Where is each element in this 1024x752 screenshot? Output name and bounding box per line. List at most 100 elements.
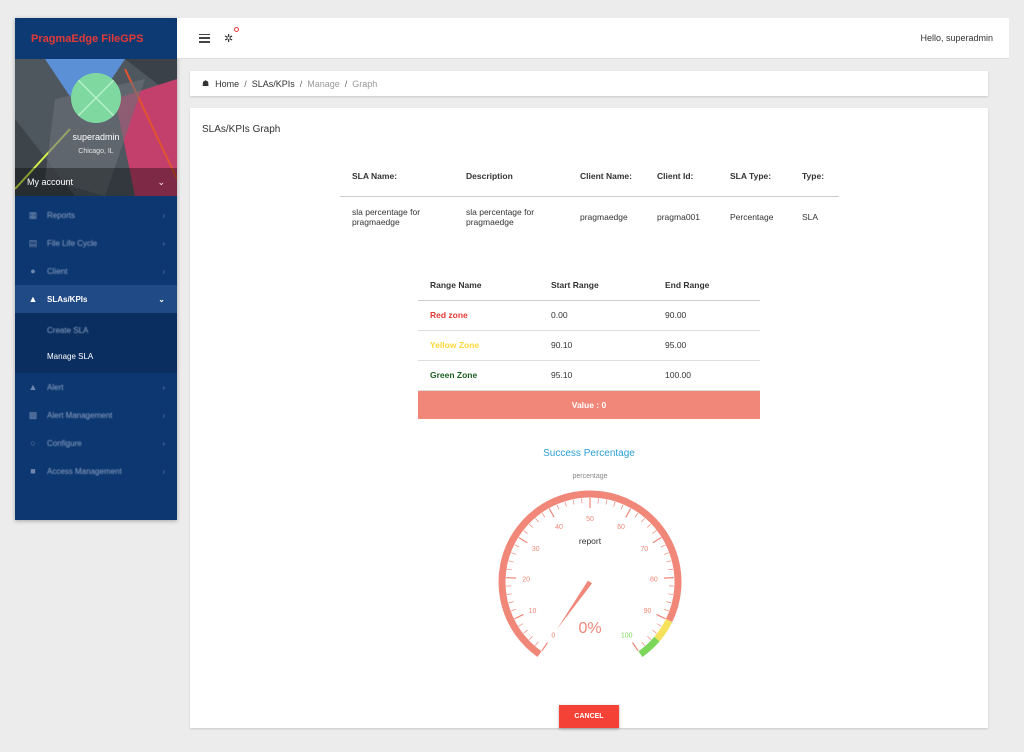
sidebar-item-label: Configure — [47, 438, 82, 448]
range-start: 95.10 — [539, 360, 653, 391]
gauge-tick — [646, 523, 652, 528]
table-row: Yellow Zone 90.10 95.00 — [418, 330, 760, 361]
chevron-right-icon: › — [162, 238, 165, 248]
sidebar-item-label: SLAs/KPIs — [47, 294, 88, 304]
submenu-item-manage-sla[interactable]: Manage SLA — [15, 343, 177, 369]
gauge-tick — [663, 577, 674, 579]
user-greeting[interactable]: Hello, superadmin — [920, 33, 993, 43]
avatar[interactable] — [71, 73, 121, 123]
my-account-toggle[interactable]: My account ⌄ — [15, 168, 177, 196]
gauge-tick — [528, 636, 533, 640]
range-end: 100.00 — [653, 360, 760, 391]
puzzle-icon[interactable]: ✲ — [224, 26, 240, 45]
gauge-tick — [511, 552, 517, 555]
cancel-button[interactable]: CANCEL — [559, 705, 619, 728]
users-icon: ■ — [30, 466, 36, 476]
value-label: Value : 0 — [418, 390, 760, 419]
sidebar-item-client[interactable]: ● Client › — [15, 257, 177, 285]
gauge-tick — [631, 642, 639, 652]
header-range-name: Range Name — [418, 271, 539, 301]
gauge-tick — [664, 608, 669, 612]
gauge-tick — [660, 544, 666, 548]
cell-description: sla percentage for pragmaedge — [466, 207, 535, 228]
gauge-tick — [511, 608, 516, 612]
range-name-red: Red zone — [418, 300, 539, 331]
gauge-tick-label: 50 — [586, 516, 594, 523]
sidebar-item-label: File Life Cycle — [47, 238, 98, 248]
sidebar-item-alert-management[interactable]: ▩ Alert Management › — [15, 401, 177, 429]
sidebar-item-file-life-cycle[interactable]: ▤ File Life Cycle › — [15, 229, 177, 257]
sidebar-item-label: Access Management — [47, 466, 122, 476]
gauge-tick — [548, 508, 555, 518]
sla-details-table: SLA Name: Description Client Name: Clien… — [340, 156, 839, 238]
gauge-tick — [541, 512, 546, 518]
brand-logo[interactable]: PragmaEdge FileGPS — [15, 18, 177, 59]
gauge-tick — [581, 498, 583, 504]
home-icon[interactable]: ☗ — [202, 79, 209, 88]
cell-sla-name: sla percentage for pragmaedge — [352, 207, 421, 228]
sidebar-item-reports[interactable]: ▦ Reports › — [15, 201, 177, 229]
gear-icon: ○ — [30, 438, 36, 448]
breadcrumb-separator: / — [244, 78, 247, 89]
header-type: Type: — [790, 156, 839, 197]
range-end: 90.00 — [653, 300, 760, 331]
dashboard-icon: ▲ — [28, 294, 38, 304]
speedometer-gauge: 0 10 20 30 40 50 60 70 80 90 100 percentage report 0% — [498, 473, 682, 657]
chart-icon: ▦ — [28, 209, 38, 220]
gauge-tick — [541, 642, 549, 652]
my-account-label: My account — [27, 177, 74, 187]
submenu-label: Create SLA — [47, 325, 89, 335]
chevron-right-icon: › — [162, 466, 165, 476]
sidebar-menu: ▦ Reports › ▤ File Life Cycle › ● Client… — [15, 196, 177, 485]
warning-icon: ▲ — [28, 382, 38, 392]
sidebar-item-slas-kpis[interactable]: ▲ SLAs/KPIs ⌄ — [15, 285, 177, 313]
sidebar-item-label: Alert — [47, 382, 64, 392]
profile-name: superadmin — [72, 132, 120, 142]
breadcrumb-graph: Graph — [352, 78, 378, 89]
submenu-item-create-sla[interactable]: Create SLA — [15, 317, 177, 343]
gauge-tick — [523, 629, 528, 634]
gauge-tick — [508, 560, 514, 563]
gauge-tick — [634, 512, 639, 518]
table-row: Red zone 0.00 90.00 — [418, 300, 760, 331]
gauge-tick-label: 100 — [621, 632, 633, 639]
gauge-tick — [663, 552, 669, 555]
chevron-right-icon: › — [162, 410, 165, 420]
gauge-tick — [666, 601, 672, 604]
gauge-tick-label: 80 — [650, 577, 658, 584]
gauge-tick — [523, 530, 528, 534]
sidebar-item-alert[interactable]: ▲ Alert › — [15, 373, 177, 401]
cell-client-id: pragma001 — [657, 212, 701, 223]
gauge-tick — [535, 517, 539, 523]
breadcrumb-slas[interactable]: SLAs/KPIs — [252, 79, 295, 89]
breadcrumb-manage: Manage — [307, 78, 340, 89]
gauge-title: Success Percentage — [190, 448, 988, 459]
slas-submenu: Create SLA Manage SLA — [15, 313, 177, 373]
cell-client-name: pragmaedge — [580, 212, 628, 223]
sidebar-item-label: Alert Management — [47, 410, 113, 420]
range-name-green: Green Zone — [418, 360, 539, 391]
range-end: 95.00 — [653, 330, 760, 361]
sidebar-item-configure[interactable]: ○ Configure › — [15, 429, 177, 457]
profile-location: Chicago, IL — [78, 148, 114, 155]
gauge-tick — [668, 593, 674, 595]
sidebar-item-label: Reports — [47, 210, 76, 220]
hamburger-menu-icon[interactable] — [199, 33, 210, 43]
gauge-tick — [668, 568, 674, 571]
page-title: SLAs/KPIs Graph — [202, 124, 281, 135]
gauge-tick — [556, 504, 560, 510]
chevron-right-icon: › — [162, 438, 165, 448]
profile-panel: superadmin Chicago, IL My account ⌄ — [15, 59, 177, 196]
sidebar-item-access-management[interactable]: ■ Access Management › — [15, 457, 177, 485]
breadcrumb-home[interactable]: Home — [215, 79, 239, 89]
range-start: 0.00 — [539, 300, 653, 331]
breadcrumb-separator: / — [344, 78, 348, 89]
gauge-tick — [652, 536, 662, 544]
gauge-tick — [508, 601, 514, 604]
gauge-tick — [666, 560, 672, 563]
value-row: Value : 0 — [418, 390, 760, 419]
breadcrumb: ☗ Home / SLAs/KPIs / Manage / Graph — [190, 71, 988, 96]
gauge-tick — [613, 501, 616, 507]
file-icon: ▤ — [28, 237, 38, 248]
gauge-tick-label: 70 — [640, 546, 648, 553]
